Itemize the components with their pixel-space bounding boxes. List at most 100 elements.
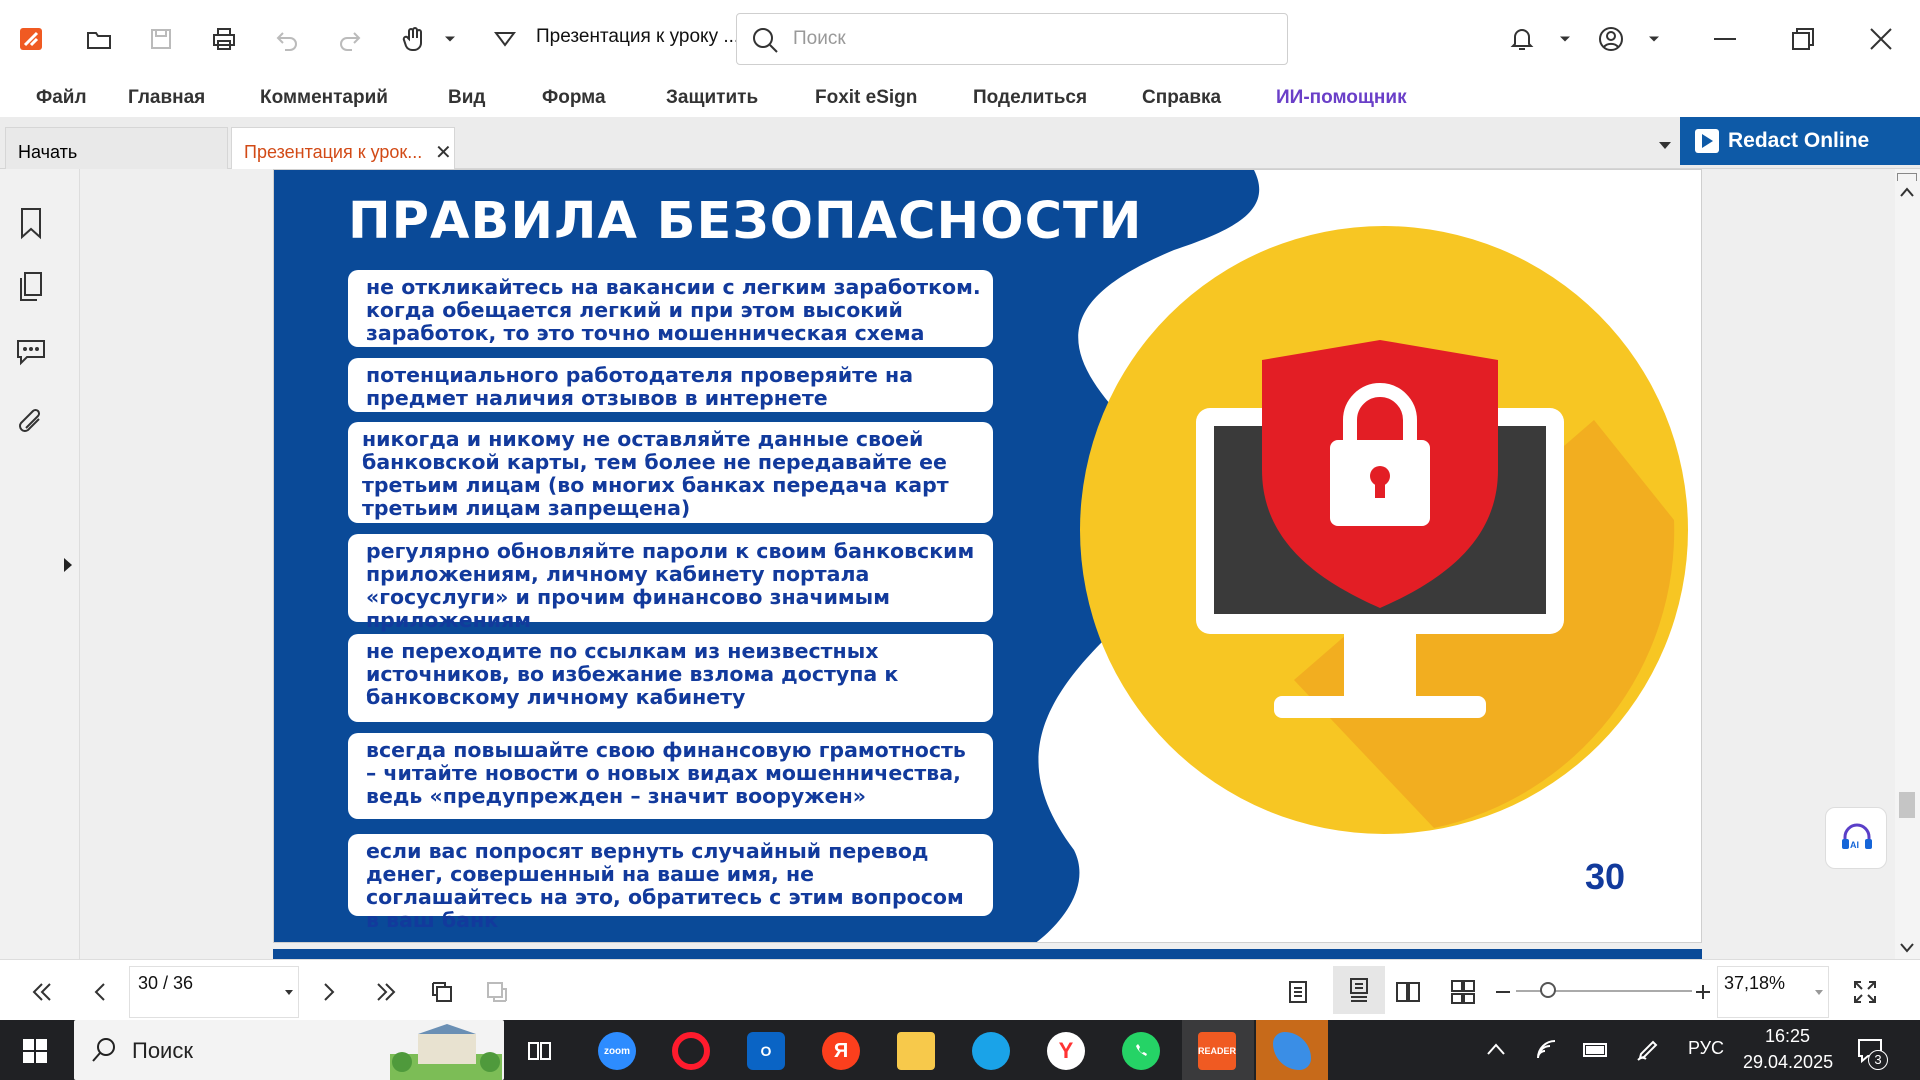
attachment-icon[interactable] — [13, 405, 49, 441]
clock-date[interactable]: 29.04.2025 — [1743, 1052, 1833, 1073]
next-page-icon[interactable] — [309, 972, 349, 1012]
continuous-facing-view-icon[interactable] — [1443, 972, 1483, 1012]
rule-card-3: никогда и никому не оставляйте данные св… — [348, 422, 993, 523]
menu-form[interactable]: Форма — [542, 87, 606, 109]
redact-online-button[interactable]: Redact Online — [1680, 117, 1920, 165]
rule-card-4: регулярно обновляйте пароли к своим банк… — [348, 534, 993, 632]
foxit-reader-icon[interactable]: READER — [1198, 1032, 1236, 1070]
restore-icon[interactable] — [1778, 14, 1828, 64]
menu-home[interactable]: Главная — [128, 87, 205, 109]
menu-file[interactable]: Файл — [36, 87, 87, 109]
ai-assistant-button[interactable]: AI — [1825, 807, 1887, 869]
search-box[interactable] — [736, 13, 1288, 65]
foxit-logo-icon[interactable] — [6, 14, 56, 64]
comments-icon[interactable] — [13, 333, 49, 369]
redact-icon — [1695, 129, 1719, 153]
pages-icon[interactable] — [13, 269, 49, 305]
rule-card-5: не переходите по ссылкам из неизвестных … — [348, 634, 993, 722]
windows-start-icon[interactable] — [22, 1038, 48, 1064]
account-icon[interactable] — [1586, 14, 1636, 64]
continuous-view-icon[interactable] — [1333, 966, 1385, 1014]
opera-icon[interactable] — [672, 1032, 710, 1070]
ai-headset-icon: AI — [1842, 823, 1872, 850]
tab-close-icon[interactable]: ✕ — [435, 140, 452, 165]
notification-count-badge: 3 — [1868, 1050, 1888, 1070]
minimize-icon[interactable] — [1700, 14, 1750, 64]
yandex-browser-icon[interactable]: Y — [1047, 1032, 1085, 1070]
page-number-box[interactable]: 30 / 36 — [129, 966, 299, 1018]
expand-panel-icon[interactable] — [62, 556, 74, 574]
network-icon[interactable] — [1535, 1038, 1559, 1062]
first-page-icon[interactable] — [22, 972, 62, 1012]
menu-bar: Файл Главная Комментарий Вид Форма Защит… — [0, 77, 1920, 117]
language-indicator[interactable]: РУС — [1688, 1038, 1724, 1059]
hand-tool-dropdown-icon[interactable] — [430, 14, 470, 64]
slide-title: ПРАВИЛА БЕЗОПАСНОСТИ — [348, 192, 1143, 251]
fullscreen-icon[interactable] — [1845, 972, 1885, 1012]
tab-start[interactable]: Начать — [5, 127, 228, 169]
windows-taskbar: Поиск zoom O Я Y READER РУС 16:25 29.04.… — [0, 1020, 1920, 1080]
explorer-icon[interactable] — [897, 1032, 935, 1070]
menu-comment[interactable]: Комментарий — [260, 87, 388, 109]
redo-icon[interactable] — [325, 14, 375, 64]
notification-bell-icon[interactable] — [1497, 14, 1547, 64]
edge-icon[interactable] — [972, 1032, 1010, 1070]
task-view-icon[interactable] — [520, 1032, 558, 1070]
menu-help[interactable]: Справка — [1142, 87, 1221, 109]
zoom-slider-handle[interactable] — [1540, 982, 1556, 998]
menu-esign[interactable]: Foxit eSign — [815, 87, 917, 109]
tray-expand-icon[interactable] — [1486, 1042, 1506, 1056]
outlook-icon[interactable]: O — [747, 1032, 785, 1070]
zoom-box[interactable]: 37,18% — [1717, 966, 1829, 1018]
rule-card-7: если вас попросят вернуть случайный пере… — [348, 834, 993, 932]
zoom-dropdown-icon[interactable] — [1814, 989, 1824, 997]
scroll-down-icon[interactable] — [1900, 943, 1914, 953]
scrollbar-thumb[interactable] — [1899, 792, 1915, 818]
save-icon[interactable] — [136, 14, 186, 64]
taskbar-search-label: Поиск — [132, 1038, 193, 1063]
open-folder-icon[interactable] — [74, 14, 124, 64]
notification-dropdown-icon[interactable] — [1545, 14, 1585, 64]
facing-view-icon[interactable] — [1388, 972, 1428, 1012]
tab-presentation[interactable]: Презентация к урок... ✕ — [231, 127, 455, 169]
page-dropdown-icon[interactable] — [284, 989, 294, 997]
rule-card-1: не откликайтесь на вакансии с легким зар… — [348, 270, 993, 347]
menu-protect[interactable]: Защитить — [666, 87, 758, 109]
tab-list-dropdown-icon[interactable] — [1655, 135, 1675, 155]
menu-ai-assistant[interactable]: ИИ-помощник — [1276, 87, 1407, 109]
whatsapp-icon[interactable] — [1122, 1032, 1160, 1070]
next-view-icon[interactable] — [477, 972, 517, 1012]
bookmark-icon[interactable] — [13, 205, 49, 241]
next-slide-edge — [273, 949, 1702, 959]
document-viewport[interactable]: ПРАВИЛА БЕЗОПАСНОСТИ не откликайтесь на … — [80, 169, 1895, 959]
clock-time[interactable]: 16:25 — [1765, 1026, 1810, 1047]
menu-view[interactable]: Вид — [448, 87, 485, 109]
tab-bar: Начать Презентация к урок... ✕ — [0, 117, 1920, 169]
battery-icon[interactable] — [1582, 1040, 1610, 1060]
scroll-top-edge — [1897, 173, 1917, 181]
scroll-up-icon[interactable] — [1900, 187, 1914, 197]
left-sidebar — [0, 169, 80, 959]
last-page-icon[interactable] — [366, 972, 406, 1012]
single-page-view-icon[interactable] — [1278, 972, 1318, 1012]
account-dropdown-icon[interactable] — [1634, 14, 1674, 64]
pen-icon[interactable] — [1636, 1038, 1660, 1062]
taskbar-search-box[interactable]: Поиск — [74, 1020, 504, 1080]
zoom-out-icon[interactable] — [1483, 972, 1523, 1012]
yandex-icon[interactable]: Я — [822, 1032, 860, 1070]
rule-card-6: всегда повышайте свою финансовую грамотн… — [348, 733, 993, 819]
search-highlight-image — [390, 1024, 502, 1080]
previous-view-icon[interactable] — [422, 972, 462, 1012]
zoom-icon[interactable]: zoom — [598, 1032, 636, 1070]
security-monitor-illustration — [1080, 226, 1688, 834]
menu-share[interactable]: Поделиться — [973, 87, 1087, 109]
quick-access-dropdown-icon[interactable] — [480, 14, 530, 64]
vertical-scrollbar[interactable] — [1895, 169, 1920, 959]
print-icon[interactable] — [199, 14, 249, 64]
page-number-value: 30 / 36 — [138, 973, 194, 993]
previous-page-icon[interactable] — [80, 972, 120, 1012]
undo-icon[interactable] — [262, 14, 312, 64]
slide-page: ПРАВИЛА БЕЗОПАСНОСТИ не откликайтесь на … — [273, 169, 1702, 943]
close-icon[interactable] — [1856, 14, 1906, 64]
search-input[interactable] — [793, 24, 1263, 54]
